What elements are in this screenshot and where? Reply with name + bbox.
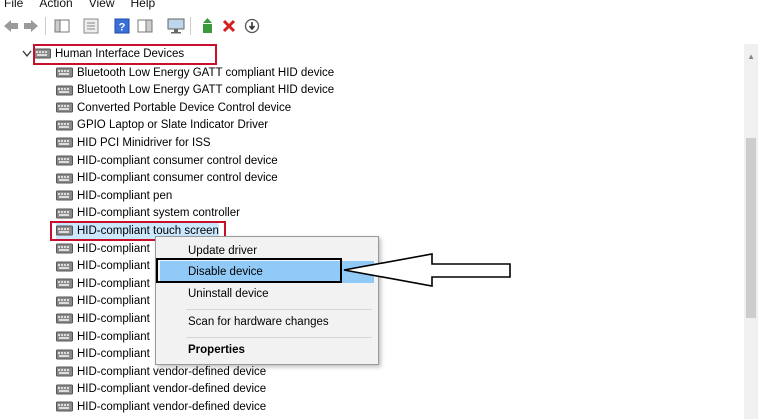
hid-device-icon — [56, 312, 73, 325]
device-label: HID-compliant pen — [77, 189, 173, 202]
menu-separator — [186, 337, 372, 338]
device-item[interactable]: HID-compliant consumer control device — [56, 170, 278, 187]
hid-device-icon — [56, 172, 73, 185]
hid-device-icon — [56, 136, 73, 149]
device-item[interactable]: HID-compliant vendor-defined device — [56, 398, 266, 415]
hid-device-icon — [56, 383, 73, 396]
device-item[interactable]: HID-compliant vendor-defined device — [56, 363, 266, 380]
menu-action[interactable]: Action — [39, 0, 72, 10]
menu-help[interactable]: Help — [131, 0, 156, 10]
category-highlight — [33, 44, 217, 65]
device-item[interactable]: HID-compliant system controller — [56, 205, 240, 222]
forward-arrow-icon[interactable] — [22, 17, 40, 35]
device-label: HID-compliant — [77, 348, 150, 361]
device-item[interactable]: HID-compliant — [56, 240, 150, 257]
device-label: HID-compliant — [77, 295, 150, 308]
back-arrow-icon[interactable] — [2, 17, 20, 35]
device-item[interactable]: HID-compliant — [56, 328, 150, 345]
hid-device-icon — [56, 154, 73, 167]
device-item[interactable]: HID-compliant pen — [56, 187, 172, 204]
device-label: HID-compliant — [77, 330, 150, 343]
hid-device-icon — [56, 242, 73, 255]
disable-device-highlight — [156, 258, 342, 283]
hid-device-icon — [56, 189, 73, 202]
disable-device-icon[interactable] — [243, 17, 261, 35]
device-item[interactable]: GPIO Laptop or Slate Indicator Driver — [56, 117, 268, 134]
device-label: HID-compliant — [77, 312, 150, 325]
device-label: HID-compliant vendor-defined device — [77, 365, 267, 378]
properties-icon[interactable] — [82, 17, 100, 35]
menu-separator — [186, 309, 372, 310]
hid-device-icon — [56, 101, 73, 114]
hid-device-icon — [56, 260, 73, 273]
hid-device-icon — [56, 66, 73, 79]
device-item[interactable]: Bluetooth Low Energy GATT compliant HID … — [56, 64, 334, 81]
hid-device-icon — [56, 84, 73, 97]
menu-bar: File Action View Help — [0, 0, 155, 10]
device-item[interactable]: HID-compliant — [56, 310, 150, 327]
device-item[interactable]: HID-compliant — [56, 275, 150, 292]
device-label: HID-compliant vendor-defined device — [77, 400, 267, 413]
menu-item-scan-hardware[interactable]: Scan for hardware changes — [160, 311, 374, 333]
device-item[interactable]: Bluetooth Low Energy GATT compliant HID … — [56, 82, 334, 99]
device-item[interactable]: HID-compliant — [56, 293, 150, 310]
menu-item-properties[interactable]: Properties — [160, 339, 374, 361]
hid-device-icon — [56, 119, 73, 132]
device-item[interactable]: HID-compliant vendor-defined device — [56, 381, 266, 398]
menu-file[interactable]: File — [4, 0, 23, 10]
device-label: GPIO Laptop or Slate Indicator Driver — [77, 119, 269, 132]
device-item[interactable]: Converted Portable Device Control device — [56, 99, 291, 116]
uninstall-icon[interactable] — [220, 17, 238, 35]
hid-device-icon — [56, 207, 73, 220]
device-label: HID-compliant — [77, 277, 150, 290]
console-tree-icon[interactable] — [53, 17, 71, 35]
hid-device-icon — [56, 348, 73, 361]
action-pane-icon[interactable] — [136, 17, 154, 35]
device-label: Bluetooth Low Energy GATT compliant HID … — [77, 84, 335, 97]
hid-device-icon — [56, 277, 73, 290]
toolbar: ? — [0, 13, 758, 39]
device-item[interactable]: HID-compliant consumer control device — [56, 152, 278, 169]
device-item[interactable]: HID PCI Minidriver for ISS — [56, 134, 211, 151]
svg-text:?: ? — [119, 22, 126, 34]
scan-hardware-icon[interactable] — [167, 17, 185, 35]
hid-device-icon — [56, 295, 73, 308]
toolbar-separator — [45, 17, 46, 35]
hid-device-icon — [56, 365, 73, 378]
hid-device-icon — [56, 330, 73, 343]
device-item[interactable]: HID-compliant — [56, 258, 150, 275]
device-label: HID-compliant vendor-defined device — [77, 383, 267, 396]
update-driver-icon[interactable] — [199, 17, 217, 35]
device-label: HID-compliant consumer control device — [77, 172, 278, 185]
device-item[interactable]: HID-compliant — [56, 346, 150, 363]
device-label: HID-compliant consumer control device — [77, 154, 278, 167]
scroll-thumb[interactable] — [746, 138, 756, 318]
device-label: Converted Portable Device Control device — [77, 101, 292, 114]
device-label: HID PCI Minidriver for ISS — [77, 136, 211, 149]
device-label: HID-compliant — [77, 242, 150, 255]
device-label: HID-compliant system controller — [77, 207, 240, 220]
hid-device-icon — [56, 400, 73, 413]
scroll-up-icon[interactable]: ▲ — [747, 52, 755, 61]
device-label: HID-compliant — [77, 260, 150, 273]
help-icon[interactable]: ? — [113, 17, 131, 35]
menu-view[interactable]: View — [89, 0, 115, 10]
toolbar-separator — [190, 17, 191, 35]
pointer-arrow-annotation — [343, 253, 511, 287]
device-label: Bluetooth Low Energy GATT compliant HID … — [77, 66, 335, 79]
